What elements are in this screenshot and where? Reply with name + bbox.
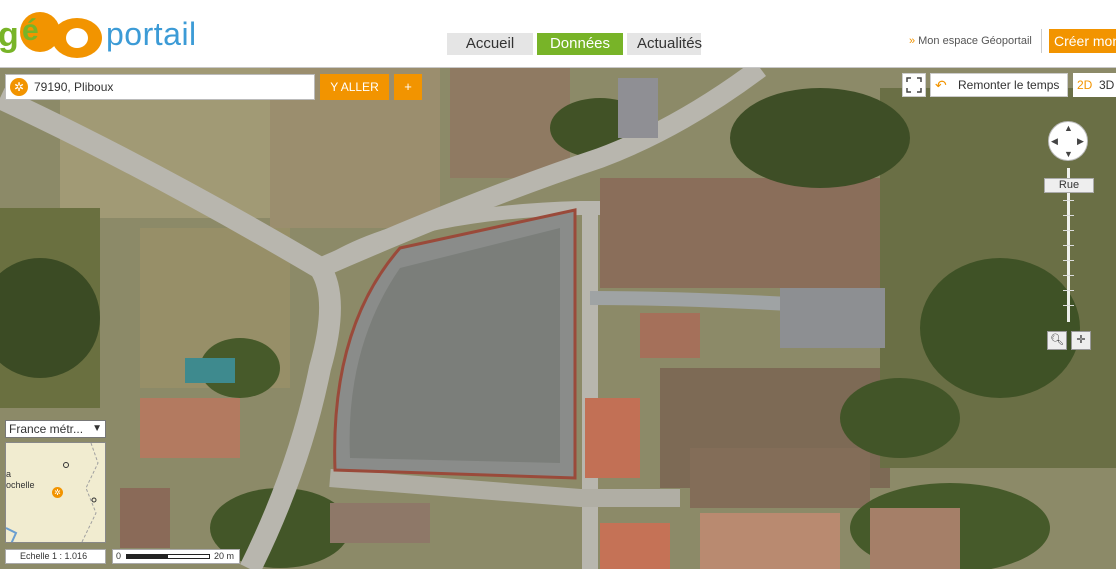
scale-bar: 0 20 m <box>112 549 240 564</box>
overview-map[interactable]: a ochelle ✲ <box>5 442 106 543</box>
logo-wordmark: portail <box>106 16 197 52</box>
zoom-level-label[interactable]: Rue <box>1044 178 1094 193</box>
tab-actualites[interactable]: Actualités <box>627 33 702 55</box>
view-mode-toggle: 2D 3D <box>1073 73 1116 97</box>
undo-arrow-icon: ↶ <box>935 77 947 93</box>
espace-link[interactable]: » Mon espace Géoportail <box>909 35 1032 47</box>
chevron-right-icon: » <box>909 35 916 47</box>
projection-value: France métr... <box>9 422 84 436</box>
scale-ratio-label: Echelle 1 : <box>20 551 63 561</box>
search-box: ✲ <box>5 74 315 100</box>
mode-3d-button[interactable]: 3D <box>1099 73 1114 97</box>
plus-button[interactable]: + <box>394 74 422 100</box>
espace-link-label: Mon espace Géoportail <box>918 35 1032 47</box>
create-account-button[interactable]: Créer mon <box>1049 29 1116 53</box>
search-input[interactable] <box>34 78 304 96</box>
go-button[interactable]: Y ALLER <box>320 74 389 100</box>
zoom-magnifier-icon[interactable]: 🔍︎ <box>1047 331 1067 350</box>
logo-letter-g: g <box>0 16 19 54</box>
header-divider <box>1041 29 1042 53</box>
scale-bar-graphic <box>126 554 210 559</box>
pan-control[interactable]: ▲ ▼ ◀ ▶ <box>1048 121 1088 161</box>
zoom-crosshair-icon[interactable]: ✛ <box>1071 331 1091 350</box>
time-travel-label: Remonter le temps <box>958 78 1060 92</box>
pan-up-icon[interactable]: ▲ <box>1064 123 1073 133</box>
zoom-tick <box>1063 245 1074 246</box>
location-marker-icon: ✲ <box>52 487 63 498</box>
zoom-tick <box>1063 230 1074 231</box>
pan-right-icon[interactable]: ▶ <box>1077 136 1084 147</box>
zoom-tick <box>1063 305 1074 306</box>
logo-o-hole <box>66 28 88 48</box>
locate-icon[interactable]: ✲ <box>10 78 28 96</box>
zoom-tick <box>1063 290 1074 291</box>
time-travel-button[interactable]: ↶ Remonter le temps <box>930 73 1068 97</box>
zoom-tick <box>1063 215 1074 216</box>
overview-city-label: ochelle <box>6 480 35 490</box>
aerial-imagery <box>0 68 1116 569</box>
header-bar: g é portail Accueil Données Actualités »… <box>0 0 1116 68</box>
zoom-tick <box>1063 260 1074 261</box>
pan-down-icon[interactable]: ▼ <box>1064 149 1073 159</box>
logo-letter-e: é <box>22 14 39 47</box>
tab-donnees[interactable]: Données <box>537 33 623 55</box>
scale-ratio: Echelle 1 : 1.016 <box>5 549 106 564</box>
pan-left-icon[interactable]: ◀ <box>1051 136 1058 147</box>
overview-city-label: a <box>6 469 12 479</box>
scale-distance: 20 m <box>214 551 235 561</box>
chevron-down-icon: ▼ <box>92 423 102 434</box>
scale-ratio-value: 1.016 <box>64 551 88 561</box>
projection-select[interactable]: France métr... ▼ <box>5 420 106 438</box>
tab-accueil[interactable]: Accueil <box>447 33 533 55</box>
zoom-tick <box>1063 200 1074 201</box>
fullscreen-button[interactable] <box>902 73 926 97</box>
geoportail-logo[interactable]: g é portail <box>0 6 220 58</box>
main-nav: Accueil Données Actualités <box>447 33 702 55</box>
mode-2d-button[interactable]: 2D <box>1077 73 1092 97</box>
scale-start: 0 <box>116 551 122 561</box>
zoom-tick <box>1063 275 1074 276</box>
aerial-map[interactable] <box>0 68 1116 569</box>
fullscreen-icon <box>906 77 922 93</box>
